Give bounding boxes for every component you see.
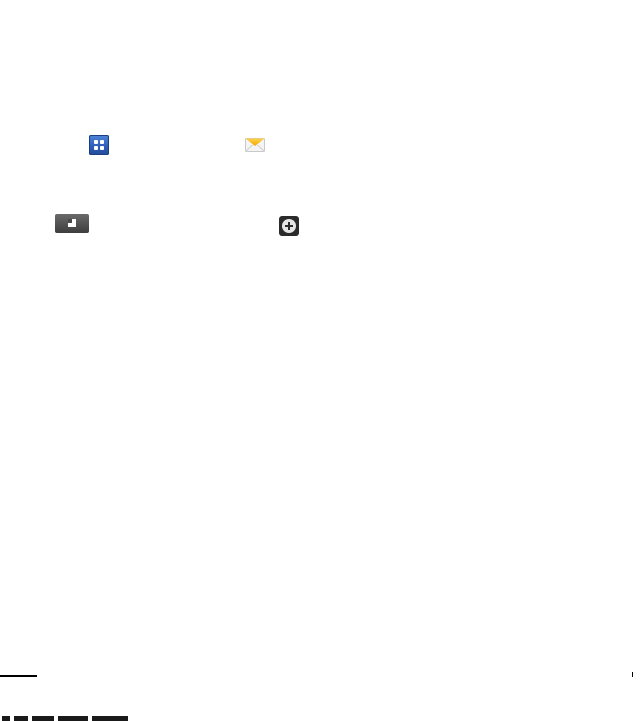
apps-grid-dot xyxy=(94,140,98,144)
print-mark xyxy=(58,716,88,721)
recent-apps-glyph xyxy=(68,219,76,227)
apps-grid-dot xyxy=(94,146,98,150)
footer-rule xyxy=(0,675,37,677)
print-mark xyxy=(32,716,54,721)
crop-mark xyxy=(632,672,633,677)
add-circle-icon xyxy=(279,216,299,236)
apps-grid-icon xyxy=(89,135,109,155)
apps-grid-dot xyxy=(100,140,104,144)
email-icon xyxy=(245,137,265,153)
add-plus-symbol xyxy=(282,219,296,233)
print-mark xyxy=(14,716,28,721)
email-envelope-graphic xyxy=(245,138,265,152)
print-mark xyxy=(92,716,128,721)
apps-grid-dot xyxy=(100,146,104,150)
manual-page xyxy=(0,0,641,721)
recent-apps-key-icon xyxy=(55,214,89,233)
print-mark xyxy=(2,716,10,721)
bottom-print-marks xyxy=(0,716,130,721)
